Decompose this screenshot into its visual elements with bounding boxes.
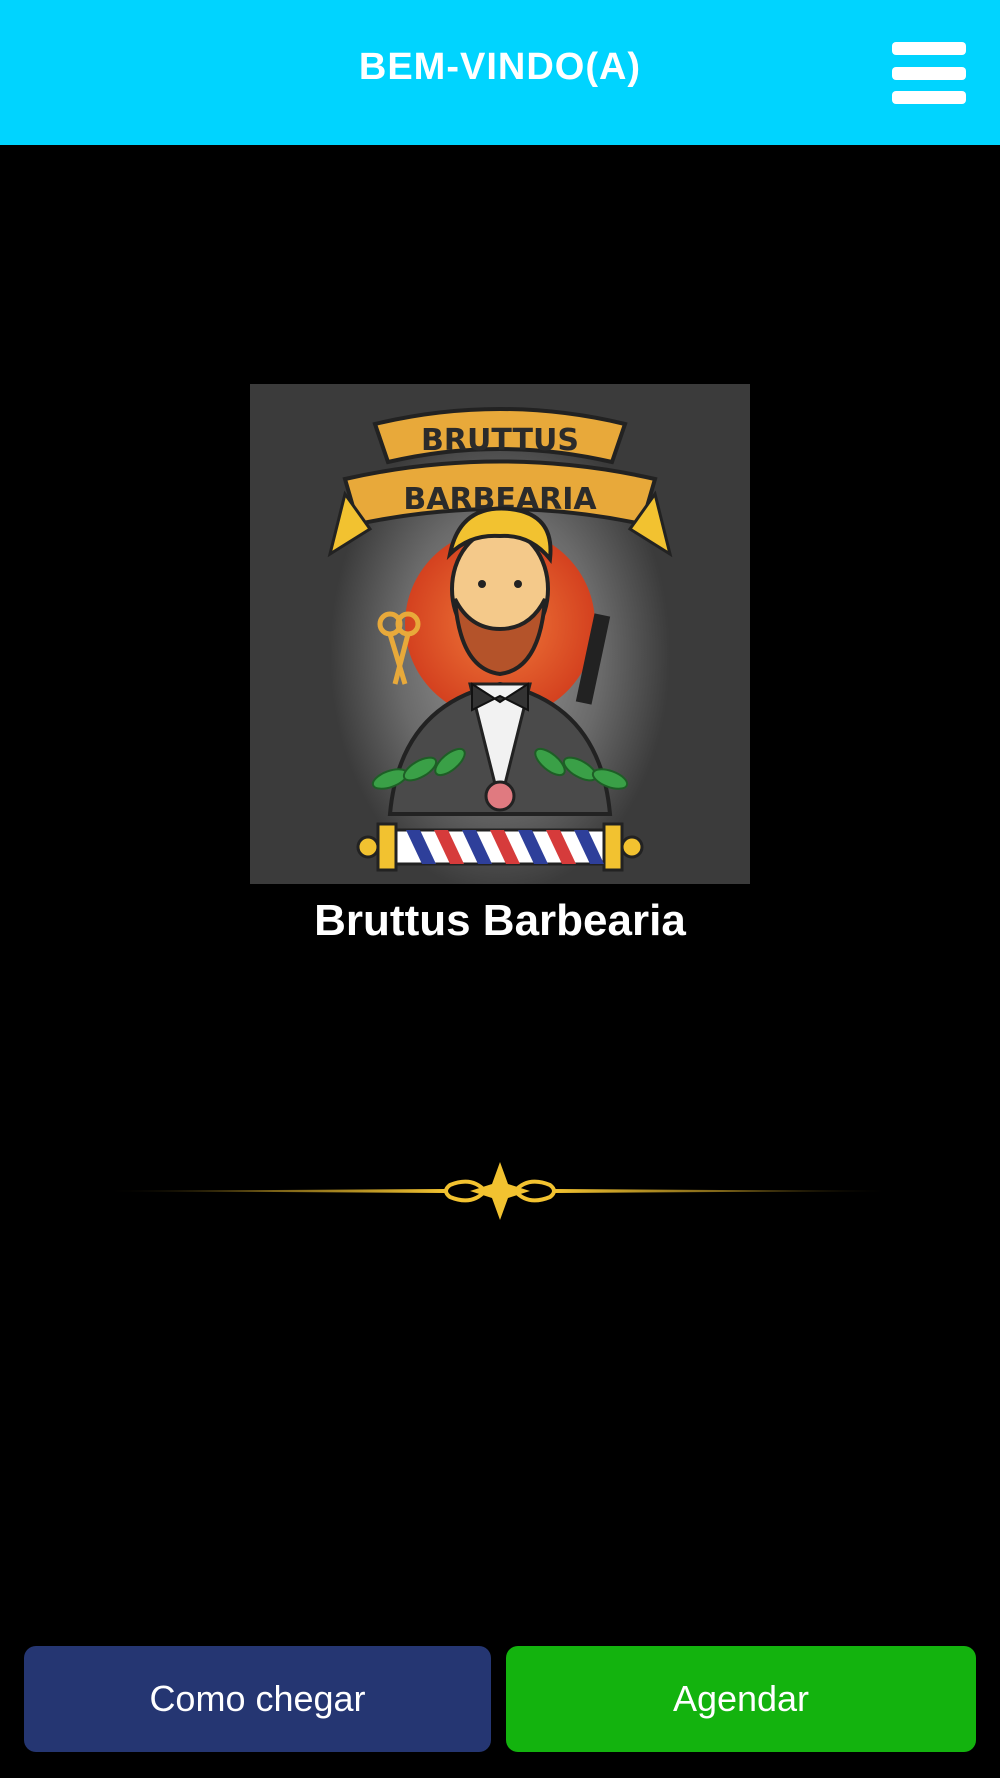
schedule-button-label: Agendar <box>672 1678 810 1719</box>
flower-icon <box>484 780 516 812</box>
directions-button[interactable]: Como chegar <box>24 1646 491 1752</box>
eye-left <box>478 580 486 588</box>
top-app-bar: BEM-VINDO(A) <box>0 0 1000 145</box>
menu-bar-bottom <box>892 91 966 104</box>
menu-bar-middle <box>892 67 966 80</box>
page-title: BEM-VINDO(A) <box>358 46 642 88</box>
logo-illustration: BRUTTUS BARBEARIA <box>327 407 673 884</box>
hamburger-menu-icon[interactable] <box>892 42 966 104</box>
barber-pole-icon <box>356 822 644 872</box>
menu-bar-top <box>892 42 966 55</box>
app-screen: BEM-VINDO(A) BRUTTUS BARBEARIA Bruttus B… <box>0 0 1000 1778</box>
ornamental-divider-icon <box>100 1160 900 1222</box>
schedule-button[interactable]: Agendar <box>506 1646 976 1752</box>
business-name: Bruttus Barbearia <box>314 896 686 945</box>
directions-button-label: Como chegar <box>149 1678 366 1719</box>
eye-right <box>514 580 522 588</box>
banner-text-1: BRUTTUS <box>421 423 579 458</box>
barber-mascot-logo: BRUTTUS BARBEARIA <box>250 384 750 884</box>
